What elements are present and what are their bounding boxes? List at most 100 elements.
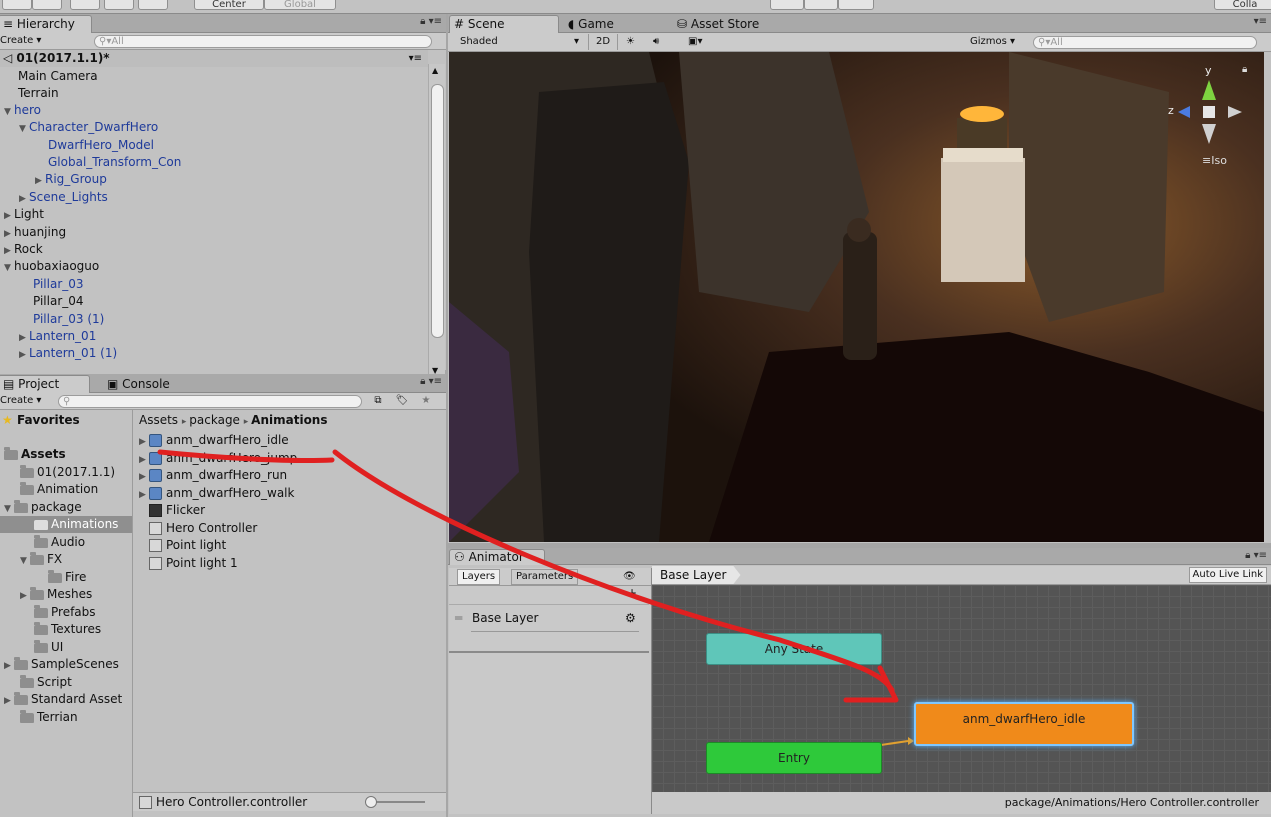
play-button[interactable] xyxy=(770,0,804,10)
rect-tool-button[interactable] xyxy=(138,0,168,10)
folder-item[interactable]: Textures xyxy=(34,621,101,638)
folder-item[interactable]: Prefabs xyxy=(34,604,96,621)
hierarchy-item[interactable]: Pillar_04 xyxy=(33,293,84,310)
folder-item[interactable]: Assets xyxy=(4,446,66,463)
collapsed-arrow-icon[interactable]: ▶ xyxy=(139,469,149,486)
icon-size-slider[interactable] xyxy=(369,801,425,803)
asset-item[interactable]: Point light 1 xyxy=(149,555,238,572)
state-machine-graph[interactable]: Any State Entry anm_dwarfHero_idle xyxy=(652,585,1271,792)
expanded-arrow-icon[interactable]: ▼ xyxy=(20,553,30,570)
filter-label-icon[interactable]: 🏷︎ xyxy=(392,393,412,409)
asset-item[interactable]: Point light xyxy=(149,537,226,554)
eye-icon[interactable]: 👁︎ xyxy=(623,568,636,585)
scene-menu-icon[interactable]: ▾≡ xyxy=(409,50,422,67)
collapsed-arrow-icon[interactable]: ▶ xyxy=(139,487,149,504)
scrollbar-thumb[interactable] xyxy=(431,84,444,338)
lock-icon[interactable]: 🔒︎ ▾≡ xyxy=(1245,550,1267,561)
slider-thumb[interactable] xyxy=(365,796,377,808)
layer-row[interactable]: ═ Base Layer ⚙ xyxy=(449,604,649,653)
tab-project[interactable]: ▤ Project xyxy=(0,375,90,393)
hand-tool-button[interactable] xyxy=(2,0,32,10)
drag-handle-icon[interactable]: ═ xyxy=(455,611,462,625)
hierarchy-item[interactable]: ▶ Lantern_01 xyxy=(19,328,96,345)
lock-icon[interactable]: 🔒︎ ▾≡ xyxy=(420,376,442,387)
folder-item[interactable]: Terrian xyxy=(20,709,78,726)
expanded-arrow-icon[interactable]: ▼ xyxy=(19,121,29,138)
any-state-node[interactable]: Any State xyxy=(706,633,882,665)
hierarchy-item[interactable]: Terrain xyxy=(18,85,59,102)
tab-game[interactable]: ◖ Game xyxy=(563,15,659,33)
asset-item[interactable]: Hero Controller xyxy=(149,520,257,537)
hierarchy-create-button[interactable]: Create ▾ xyxy=(0,33,41,49)
default-state-node[interactable]: anm_dwarfHero_idle xyxy=(914,702,1134,746)
folder-item[interactable]: 01(2017.1.1) xyxy=(20,464,115,481)
collapsed-arrow-icon[interactable]: ▶ xyxy=(19,347,29,364)
hierarchy-item[interactable]: ▶ Light xyxy=(4,206,44,223)
breadcrumb-item[interactable]: package xyxy=(189,413,240,427)
favorites-header[interactable]: ★ Favorites xyxy=(2,412,80,429)
hierarchy-item[interactable]: ▶ Rig_Group xyxy=(35,171,107,188)
image-effects-icon[interactable]: ▣▾ xyxy=(688,34,702,50)
folder-item[interactable]: ▼ FX xyxy=(20,551,62,568)
folder-item[interactable]: Animation xyxy=(20,481,98,498)
hierarchy-item[interactable]: DwarfHero_Model xyxy=(48,137,154,154)
folder-item[interactable]: ▼ package xyxy=(4,499,82,516)
entry-node[interactable]: Entry xyxy=(706,742,882,774)
collapsed-arrow-icon[interactable]: ▶ xyxy=(20,588,30,605)
asset-item[interactable]: ▶ anm_dwarfHero_run xyxy=(139,467,287,484)
hierarchy-item[interactable]: ▶ Lantern_01 (1) xyxy=(19,345,117,362)
tab-asset-store[interactable]: ⛁ Asset Store xyxy=(672,15,788,33)
scene-search-input[interactable]: ⚲▾All xyxy=(1033,36,1257,49)
asset-item[interactable]: Flicker xyxy=(149,502,205,519)
collab-button[interactable]: Colla xyxy=(1214,0,1271,10)
tab-scene[interactable]: # Scene xyxy=(449,15,559,33)
breadcrumb-item-current[interactable]: Animations xyxy=(251,413,327,427)
hierarchy-item[interactable]: ▼ Character_DwarfHero xyxy=(19,119,158,136)
add-layer-button[interactable]: + xyxy=(627,586,637,600)
favorite-star-icon[interactable]: ★ xyxy=(416,393,436,409)
orientation-gizmo[interactable]: y z ≡Iso 🔒︎ xyxy=(1164,62,1254,172)
folder-item[interactable]: ▶ SampleScenes xyxy=(4,656,119,673)
projection-toggle[interactable]: ≡Iso xyxy=(1202,154,1227,167)
filter-type-icon[interactable]: ⧉ xyxy=(368,393,388,409)
breadcrumb-item[interactable]: Assets xyxy=(139,413,178,427)
auto-live-link-toggle[interactable]: Auto Live Link xyxy=(1188,567,1267,583)
collapsed-arrow-icon[interactable]: ▶ xyxy=(139,434,149,451)
folder-item[interactable]: UI xyxy=(34,639,63,656)
scale-tool-button[interactable] xyxy=(104,0,134,10)
folder-item[interactable]: ▶ Meshes xyxy=(20,586,92,603)
hierarchy-item[interactable]: Pillar_03 (1) xyxy=(33,311,104,328)
collapsed-arrow-icon[interactable]: ▶ xyxy=(4,693,14,710)
pivot-global-button[interactable]: Global xyxy=(264,0,336,10)
mode-2d-toggle[interactable]: 2D xyxy=(588,34,618,50)
project-create-button[interactable]: Create ▾ xyxy=(0,393,41,409)
collapsed-arrow-icon[interactable]: ▶ xyxy=(35,173,45,190)
scene-header[interactable]: ◁ 01(2017.1.1)* ▾≡ xyxy=(0,50,428,67)
expanded-arrow-icon[interactable]: ▼ xyxy=(4,260,14,277)
shading-mode-dropdown[interactable]: Shaded ▾ xyxy=(460,34,579,50)
hierarchy-item[interactable]: Main Camera xyxy=(18,68,98,85)
asset-item[interactable]: ▶ anm_dwarfHero_jump xyxy=(139,450,297,467)
folder-item-selected[interactable]: Animations xyxy=(0,516,132,533)
scene-viewport[interactable]: y z ≡Iso 🔒︎ xyxy=(449,52,1264,542)
gizmos-dropdown[interactable]: Gizmos ▾ xyxy=(970,34,1015,50)
project-search-input[interactable]: ⚲ xyxy=(58,395,362,408)
hierarchy-item[interactable]: ▶ huanjing xyxy=(4,224,66,241)
hierarchy-item[interactable]: Pillar_03 xyxy=(33,276,84,293)
rotate-tool-button[interactable] xyxy=(70,0,100,10)
hierarchy-item[interactable]: ▶ Rock xyxy=(4,241,43,258)
folder-item[interactable]: Script xyxy=(20,674,72,691)
lock-icon[interactable]: 🔒︎ ▾≡ xyxy=(420,16,442,27)
gear-icon[interactable]: ⚙ xyxy=(625,611,636,625)
move-tool-button[interactable] xyxy=(32,0,62,10)
tab-console[interactable]: ▣ Console xyxy=(102,375,198,393)
layer-breadcrumb[interactable]: Base Layer xyxy=(652,566,741,584)
expanded-arrow-icon[interactable]: ▼ xyxy=(4,104,14,121)
pause-button[interactable] xyxy=(804,0,838,10)
asset-item[interactable]: ▶ anm_dwarfHero_walk xyxy=(139,485,294,502)
scroll-up-icon[interactable]: ▲ xyxy=(432,66,438,75)
gizmo-lock-icon[interactable]: 🔒︎ xyxy=(1242,64,1247,75)
folder-item[interactable]: Audio xyxy=(34,534,85,551)
tab-layers[interactable]: Layers xyxy=(457,569,501,585)
tab-parameters[interactable]: Parameters xyxy=(511,569,579,585)
